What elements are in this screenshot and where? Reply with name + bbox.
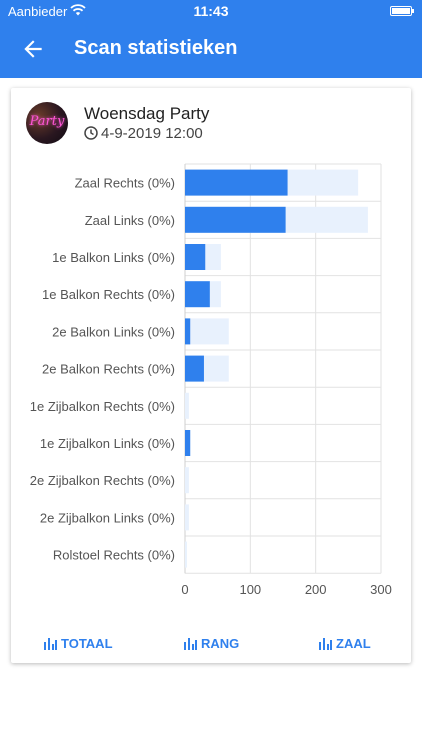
bar-value <box>185 318 191 345</box>
bar-value <box>185 355 204 382</box>
bar-background <box>185 318 229 345</box>
status-bar: Aanbieder 11:43 <box>0 0 422 22</box>
rang-label: RANG <box>201 635 240 651</box>
totaal-button[interactable]: TOTAAL <box>43 632 113 654</box>
category-label: 1e Zijbalkon Links (0%) <box>40 436 175 451</box>
zaal-label: ZAAL <box>336 635 371 651</box>
category-label: 2e Balkon Links (0%) <box>52 324 175 339</box>
bar-value <box>185 206 286 233</box>
x-tick-label: 100 <box>239 582 261 597</box>
x-tick-label: 300 <box>370 582 392 597</box>
bar-background <box>185 392 189 419</box>
x-tick-label: 200 <box>305 582 327 597</box>
bar-chart-icon <box>319 638 332 650</box>
status-time: 11:43 <box>193 3 229 19</box>
bar-value <box>185 281 210 308</box>
page-title: Scan statistieken <box>74 37 238 59</box>
bar-value <box>185 244 206 270</box>
category-label: 1e Balkon Rechts (0%) <box>42 287 175 302</box>
category-label: 2e Balkon Rechts (0%) <box>42 362 175 377</box>
bar-background <box>185 467 189 494</box>
category-label: 2e Zijbalkon Rechts (0%) <box>30 473 175 488</box>
category-label: 1e Zijbalkon Rechts (0%) <box>30 399 175 414</box>
stats-card: Party Woensdag Party 4-9-2019 12:00 Zaal… <box>11 88 411 663</box>
bar-value <box>185 169 288 196</box>
category-label: 1e Balkon Links (0%) <box>52 250 175 265</box>
totaal-label: TOTAAL <box>61 635 113 651</box>
category-label: Zaal Links (0%) <box>85 213 175 228</box>
scan-bar-chart: Zaal Rechts (0%) Zaal Links (0%) 1e Balkon… <box>30 163 392 597</box>
zaal-button[interactable]: ZAAL <box>318 632 371 654</box>
rang-button[interactable]: RANG <box>183 632 239 654</box>
bar-chart-icon <box>44 638 57 650</box>
category-label: 2e Zijbalkon Links (0%) <box>40 510 175 525</box>
battery-icon <box>390 6 414 16</box>
category-label: Zaal Rechts (0%) <box>75 176 175 191</box>
bar-background <box>185 541 187 568</box>
bar-chart-icon <box>184 638 197 650</box>
back-arrow-icon[interactable] <box>20 36 46 62</box>
app-bar: Aanbieder 11:43 Scan statistieken <box>0 0 422 78</box>
bar-value <box>185 430 191 456</box>
bar-background <box>185 504 189 531</box>
category-label: Rolstoel Rechts (0%) <box>53 548 175 563</box>
x-tick-label: 0 <box>181 582 188 597</box>
